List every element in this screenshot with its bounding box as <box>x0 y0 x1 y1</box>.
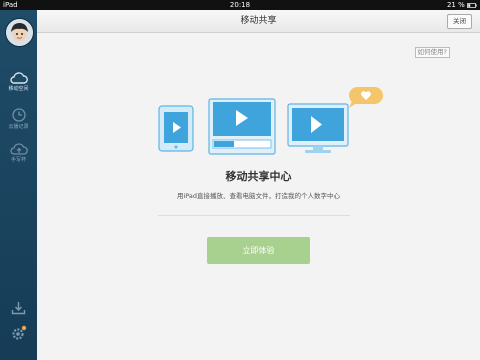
status-bar: iPad 20:18 21 % <box>0 0 480 10</box>
settings-icon <box>12 325 27 340</box>
sidebar-item-label: 手写杯 <box>10 157 26 163</box>
heart-bubble-icon <box>349 87 383 108</box>
sidebar-item-play-history[interactable]: 云播记录 <box>0 108 37 144</box>
tablet-icon <box>158 105 194 152</box>
cloud-upload-icon <box>9 143 28 155</box>
clock-icon <box>11 108 26 122</box>
try-now-button[interactable]: 立即体验 <box>207 237 310 264</box>
devices-illustration <box>158 87 383 155</box>
settings-button[interactable] <box>11 325 27 345</box>
sidebar-item-upload[interactable]: 手写杯 <box>0 142 37 178</box>
monitor-icon <box>287 103 349 153</box>
battery-indicator: 21 % <box>447 0 477 10</box>
feature-headline: 移动共享中心 <box>225 170 292 183</box>
page-title: 移动共享 <box>240 16 277 26</box>
close-button[interactable]: 关闭 <box>447 14 472 29</box>
download-icon <box>11 302 26 315</box>
clock: 20:18 <box>229 1 251 9</box>
avatar[interactable] <box>5 18 34 47</box>
sidebar-item-label: 云播记录 <box>8 124 29 130</box>
sidebar-item-mobile-space[interactable]: 移动空间 <box>0 72 37 108</box>
cloud-icon <box>9 72 28 84</box>
avatar-image <box>6 19 33 46</box>
laptop-icon <box>208 98 276 155</box>
feature-description: 用iPad直接播放、查看电脑文件，打造我的个人数字中心 <box>176 192 341 200</box>
divider <box>158 215 350 216</box>
navigation-bar: 移动共享 关闭 <box>37 10 480 33</box>
sidebar: 移动空间 云播记录 手写杯 <box>0 10 37 360</box>
sidebar-item-label: 移动空间 <box>8 86 29 92</box>
download-button[interactable] <box>11 300 26 319</box>
help-link[interactable]: 如何使用? <box>414 47 450 58</box>
battery-icon <box>467 2 477 8</box>
